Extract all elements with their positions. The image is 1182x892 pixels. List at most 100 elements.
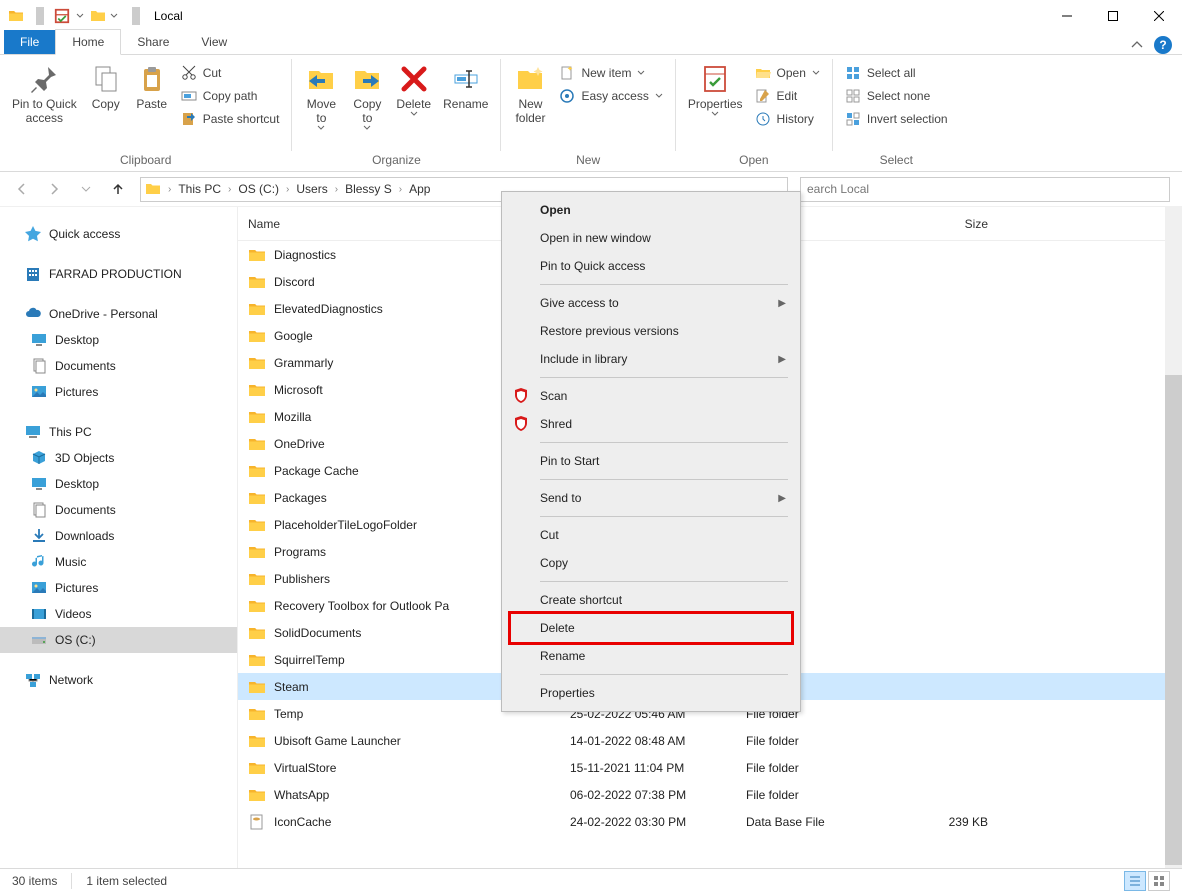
chevron-right-icon: ▶ <box>778 354 786 365</box>
file-row[interactable]: VirtualStore15-11-2021 11:04 PMFile fold… <box>238 754 1182 781</box>
pin-to-quick-access-button[interactable]: Pin to Quick access <box>6 61 83 127</box>
search-input[interactable]: earch Local <box>800 177 1170 202</box>
menu-item-pin-to-quick-access[interactable]: Pin to Quick access <box>504 252 798 280</box>
nav-network[interactable]: Network <box>0 667 237 693</box>
details-view-button[interactable] <box>1124 871 1146 891</box>
copy-button[interactable]: Copy <box>83 61 129 113</box>
icons-view-button[interactable] <box>1148 871 1170 891</box>
help-icon[interactable]: ? <box>1154 36 1172 54</box>
menu-item-shred[interactable]: Shred <box>504 410 798 438</box>
menu-item-give-access-to[interactable]: Give access to▶ <box>504 289 798 317</box>
menu-item-send-to[interactable]: Send to▶ <box>504 484 798 512</box>
tab-share[interactable]: Share <box>121 30 185 54</box>
nav-os-drive[interactable]: OS (C:) <box>0 627 237 653</box>
crumb-user[interactable]: Blessy S <box>341 182 396 196</box>
history-button[interactable]: History <box>749 107 826 130</box>
select-none-button[interactable]: Select none <box>839 84 954 107</box>
menu-item-cut[interactable]: Cut <box>504 521 798 549</box>
tab-home[interactable]: Home <box>55 29 121 55</box>
file-row[interactable]: WhatsApp06-02-2022 07:38 PMFile folder <box>238 781 1182 808</box>
collapse-ribbon-icon[interactable] <box>1130 38 1144 52</box>
tab-view[interactable]: View <box>185 30 243 54</box>
nav-quick-access[interactable]: Quick access <box>0 221 237 247</box>
delete-button[interactable]: Delete <box>390 61 437 119</box>
easy-access-button[interactable]: Easy access <box>553 84 668 107</box>
vertical-scrollbar[interactable] <box>1165 207 1182 868</box>
file-row[interactable]: IconCache24-02-2022 03:30 PMData Base Fi… <box>238 808 1182 835</box>
ribbon-group-new: New folder New item Easy access New <box>501 55 674 171</box>
chevron-down-icon[interactable] <box>110 12 118 20</box>
column-size[interactable]: Size <box>898 217 988 231</box>
nav-3d-objects[interactable]: 3D Objects <box>0 445 237 471</box>
file-row[interactable]: Ubisoft Game Launcher14-01-2022 08:48 AM… <box>238 727 1182 754</box>
chevron-right-icon[interactable]: › <box>168 184 171 195</box>
nav-music[interactable]: Music <box>0 549 237 575</box>
crumb-app[interactable]: App <box>405 182 434 196</box>
chevron-right-icon[interactable]: › <box>228 184 231 195</box>
nav-desktop[interactable]: Desktop <box>0 471 237 497</box>
up-button[interactable] <box>108 179 128 199</box>
back-button[interactable] <box>12 179 32 199</box>
invert-selection-button[interactable]: Invert selection <box>839 107 954 130</box>
rename-button[interactable]: Rename <box>437 61 494 113</box>
maximize-button[interactable] <box>1090 0 1136 31</box>
nav-onedrive[interactable]: OneDrive - Personal <box>0 301 237 327</box>
close-button[interactable] <box>1136 0 1182 31</box>
menu-separator <box>540 479 788 480</box>
nav-od-desktop[interactable]: Desktop <box>0 327 237 353</box>
menu-item-open-in-new-window[interactable]: Open in new window <box>504 224 798 252</box>
navigation-pane[interactable]: Quick access FARRAD PRODUCTION OneDrive … <box>0 207 238 868</box>
menu-item-restore-previous-versions[interactable]: Restore previous versions <box>504 317 798 345</box>
nav-od-documents[interactable]: Documents <box>0 353 237 379</box>
tab-file[interactable]: File <box>4 30 55 54</box>
paste-shortcut-button[interactable]: Paste shortcut <box>175 107 286 130</box>
menu-item-open[interactable]: Open <box>504 196 798 224</box>
menu-item-properties[interactable]: Properties <box>504 679 798 707</box>
nav-this-pc[interactable]: This PC <box>0 419 237 445</box>
copy-to-button[interactable]: Copy to <box>344 61 390 133</box>
scrollbar-thumb[interactable] <box>1165 375 1182 865</box>
select-all-button[interactable]: Select all <box>839 61 954 84</box>
crumb-this-pc[interactable]: This PC <box>174 182 225 196</box>
new-folder-button[interactable]: New folder <box>507 61 553 127</box>
chevron-right-icon[interactable]: › <box>286 184 289 195</box>
edit-button[interactable]: Edit <box>749 84 826 107</box>
scissors-icon <box>181 65 197 81</box>
nav-videos[interactable]: Videos <box>0 601 237 627</box>
new-item-button[interactable]: New item <box>553 61 668 84</box>
menu-item-rename[interactable]: Rename <box>504 642 798 670</box>
qat-properties-icon[interactable] <box>52 6 72 26</box>
nav-pictures[interactable]: Pictures <box>0 575 237 601</box>
recent-locations-button[interactable] <box>76 179 96 199</box>
file-name: IconCache <box>274 815 331 829</box>
menu-item-pin-to-start[interactable]: Pin to Start <box>504 447 798 475</box>
nav-farrad[interactable]: FARRAD PRODUCTION <box>0 261 237 287</box>
nav-od-pictures[interactable]: Pictures <box>0 379 237 405</box>
crumb-os[interactable]: OS (C:) <box>234 182 283 196</box>
menu-item-create-shortcut[interactable]: Create shortcut <box>504 586 798 614</box>
shield-icon <box>512 415 530 433</box>
menu-item-include-in-library[interactable]: Include in library▶ <box>504 345 798 373</box>
paste-button[interactable]: Paste <box>129 61 175 113</box>
menu-item-scan[interactable]: Scan <box>504 382 798 410</box>
forward-button[interactable] <box>44 179 64 199</box>
file-date: 24-02-2022 03:30 PM <box>570 815 746 829</box>
copy-path-button[interactable]: Copy path <box>175 84 286 107</box>
chevron-right-icon[interactable]: › <box>335 184 338 195</box>
folder-open-icon[interactable] <box>90 8 106 24</box>
nav-documents[interactable]: Documents <box>0 497 237 523</box>
move-to-button[interactable]: Move to <box>298 61 344 133</box>
file-type: File folder <box>746 734 898 748</box>
cut-button[interactable]: Cut <box>175 61 286 84</box>
chevron-right-icon[interactable]: › <box>399 184 402 195</box>
properties-button[interactable]: Properties <box>682 61 749 119</box>
menu-item-copy[interactable]: Copy <box>504 549 798 577</box>
menu-item-delete[interactable]: Delete <box>504 614 798 642</box>
file-date: 06-02-2022 07:38 PM <box>570 788 746 802</box>
nav-downloads[interactable]: Downloads <box>0 523 237 549</box>
open-button[interactable]: Open <box>749 61 826 84</box>
item-count: 30 items <box>12 874 57 888</box>
crumb-users[interactable]: Users <box>292 182 331 196</box>
chevron-down-icon[interactable] <box>76 12 84 20</box>
minimize-button[interactable] <box>1044 0 1090 31</box>
